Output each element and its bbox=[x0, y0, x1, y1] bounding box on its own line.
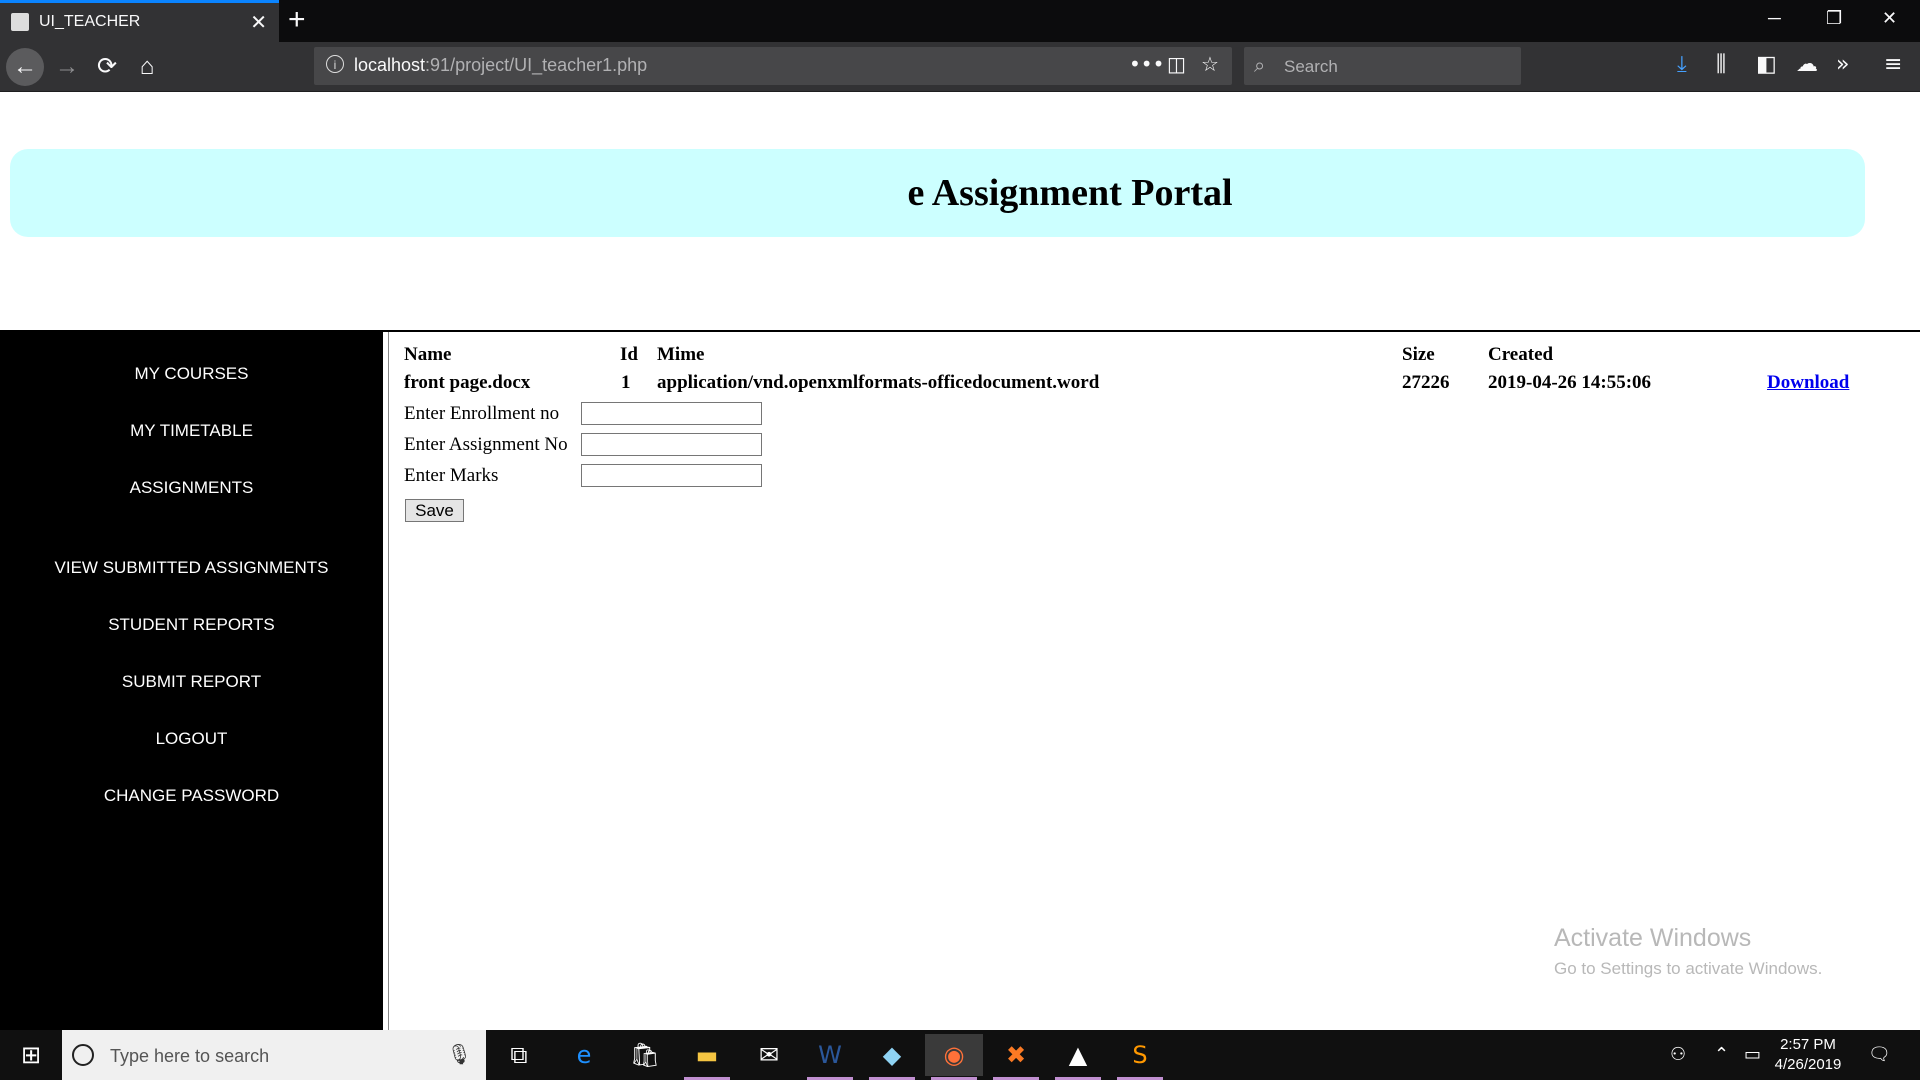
photos-icon[interactable]: ▲ bbox=[1049, 1034, 1107, 1080]
file-explorer-icon[interactable]: ▬ bbox=[678, 1034, 736, 1080]
activate-windows-watermark: Activate Windows Go to Settings to activ… bbox=[1554, 924, 1822, 979]
column-header-id: Id bbox=[620, 344, 638, 365]
close-tab-icon[interactable]: ✕ bbox=[250, 10, 267, 35]
sidebar-item-submit-report[interactable]: SUBMIT REPORT bbox=[0, 672, 383, 692]
assignment-no-input[interactable] bbox=[581, 433, 762, 456]
pocket-icon[interactable]: ◫ bbox=[1167, 52, 1186, 76]
sidebar-item-logout[interactable]: LOGOUT bbox=[0, 729, 383, 749]
download-link[interactable]: Download bbox=[1767, 372, 1849, 394]
task-view-icon[interactable]: ⧉ bbox=[490, 1034, 548, 1076]
sidebar-item-my-courses[interactable]: MY COURSES bbox=[0, 364, 383, 384]
page-title: e Assignment Portal bbox=[907, 172, 1233, 214]
edge-icon[interactable]: e bbox=[555, 1034, 613, 1076]
downloads-icon[interactable]: ⤓ bbox=[1677, 52, 1687, 77]
people-icon[interactable]: ⚇ bbox=[1670, 1044, 1686, 1065]
bookmark-star-icon[interactable]: ☆ bbox=[1201, 52, 1219, 76]
sidebar-item-student-reports[interactable]: STUDENT REPORTS bbox=[0, 615, 383, 635]
browser-tab[interactable]: UI_TEACHER ✕ bbox=[0, 0, 279, 42]
menu-icon[interactable]: ≡ bbox=[1884, 52, 1902, 77]
taskbar-clock[interactable]: 2:57 PM 4/26/2019 bbox=[1758, 1035, 1858, 1075]
file-name-cell: front page.docx bbox=[404, 372, 531, 393]
search-input[interactable] bbox=[1282, 55, 1506, 79]
mail-icon[interactable]: ✉ bbox=[740, 1034, 798, 1076]
file-created-cell: 2019-04-26 14:55:06 bbox=[1488, 372, 1652, 393]
enrollment-label: Enter Enrollment no bbox=[404, 403, 560, 424]
file-size-cell: 27226 bbox=[1402, 372, 1450, 393]
address-bar[interactable]: i localhost:91/project/UI_teacher1.php •… bbox=[314, 47, 1232, 85]
word-icon[interactable]: W bbox=[801, 1034, 859, 1080]
enrollment-input[interactable] bbox=[581, 402, 762, 425]
new-tab-button[interactable]: + bbox=[288, 3, 306, 37]
sidebar-item-assignments[interactable]: ASSIGNMENTS bbox=[0, 478, 383, 498]
save-button[interactable]: Save bbox=[405, 499, 464, 522]
column-header-name: Name bbox=[404, 344, 452, 365]
store-icon[interactable]: 🛍 bbox=[616, 1034, 674, 1076]
browser-tab-bar: UI_TEACHER ✕ + ─ ❐ ✕ bbox=[0, 0, 1920, 42]
cortana-icon[interactable] bbox=[72, 1044, 94, 1066]
taskbar: ⊞ 🎙 ⧉ e 🛍 ▬ ✉ W ◆ ◉ ✖ ▲ S ⚇ ⌃ ▭ 2:57 PM … bbox=[0, 1030, 1920, 1080]
restore-icon[interactable]: ❐ bbox=[1826, 8, 1842, 29]
taskbar-search-box[interactable]: 🎙 bbox=[62, 1030, 486, 1080]
minimize-icon[interactable]: ─ bbox=[1768, 8, 1781, 29]
column-header-mime: Mime bbox=[657, 344, 705, 365]
action-center-icon[interactable]: 🗨 bbox=[1868, 1044, 1891, 1065]
url-text[interactable]: localhost:91/project/UI_teacher1.php bbox=[354, 55, 647, 76]
assignment-no-label: Enter Assignment No bbox=[404, 434, 568, 455]
clock-time: 2:57 PM bbox=[1780, 1036, 1836, 1053]
page-actions-icon[interactable]: ••• bbox=[1129, 52, 1164, 76]
sidebar-toggle-icon[interactable]: ◧ bbox=[1756, 52, 1777, 77]
column-header-size: Size bbox=[1402, 344, 1435, 365]
show-hidden-icons-icon[interactable]: ⌃ bbox=[1714, 1044, 1729, 1065]
column-header-created: Created bbox=[1488, 344, 1554, 365]
sidebar-item-my-timetable[interactable]: MY TIMETABLE bbox=[0, 421, 383, 441]
close-window-icon[interactable]: ✕ bbox=[1882, 8, 1897, 29]
search-icon: ⌕ bbox=[1254, 53, 1266, 77]
watermark-title: Activate Windows bbox=[1554, 924, 1752, 952]
sync-icon[interactable]: ☁ bbox=[1796, 52, 1818, 77]
site-info-icon[interactable]: i bbox=[326, 55, 344, 73]
sidebar: MY COURSES MY TIMETABLE ASSIGNMENTS VIEW… bbox=[0, 332, 383, 1030]
xampp-icon[interactable]: ✖ bbox=[987, 1034, 1045, 1080]
file-mime-cell: application/vnd.openxmlformats-officedoc… bbox=[657, 372, 1100, 393]
sublime-text-icon[interactable]: S bbox=[1111, 1034, 1169, 1080]
watermark-subtitle: Go to Settings to activate Windows. bbox=[1554, 959, 1823, 978]
favicon-icon bbox=[11, 13, 29, 31]
taskbar-search-input[interactable] bbox=[108, 1043, 412, 1069]
back-icon[interactable]: ← bbox=[6, 48, 44, 86]
web-page: e Assignment Portal MY COURSES MY TIMETA… bbox=[0, 92, 1920, 1030]
overflow-icon[interactable]: » bbox=[1836, 52, 1849, 77]
home-icon[interactable]: ⌂ bbox=[128, 48, 166, 86]
reload-icon[interactable]: ⟳ bbox=[88, 48, 126, 86]
firefox-icon[interactable]: ◉ bbox=[925, 1034, 983, 1080]
header-banner: e Assignment Portal bbox=[10, 149, 1865, 237]
sidebar-border bbox=[383, 332, 389, 1030]
marks-input[interactable] bbox=[581, 464, 762, 487]
file-id-cell: 1 bbox=[621, 372, 631, 393]
notepad-icon[interactable]: ◆ bbox=[863, 1034, 921, 1080]
microphone-icon[interactable]: 🎙 bbox=[447, 1042, 472, 1066]
forward-icon[interactable]: → bbox=[48, 48, 86, 86]
browser-nav-bar: ← → ⟳ ⌂ i localhost:91/project/UI_teache… bbox=[0, 42, 1920, 92]
sidebar-item-view-submitted-assignments[interactable]: VIEW SUBMITTED ASSIGNMENTS bbox=[0, 558, 383, 578]
windows-start-icon[interactable]: ⊞ bbox=[10, 1038, 52, 1072]
library-icon[interactable]: ⫼ bbox=[1716, 52, 1726, 77]
tab-title: UI_TEACHER bbox=[39, 13, 141, 30]
marks-label: Enter Marks bbox=[404, 465, 499, 486]
search-bar[interactable]: ⌕ bbox=[1244, 47, 1521, 85]
sidebar-item-change-password[interactable]: CHANGE PASSWORD bbox=[0, 786, 383, 806]
clock-date: 4/26/2019 bbox=[1774, 1056, 1842, 1073]
